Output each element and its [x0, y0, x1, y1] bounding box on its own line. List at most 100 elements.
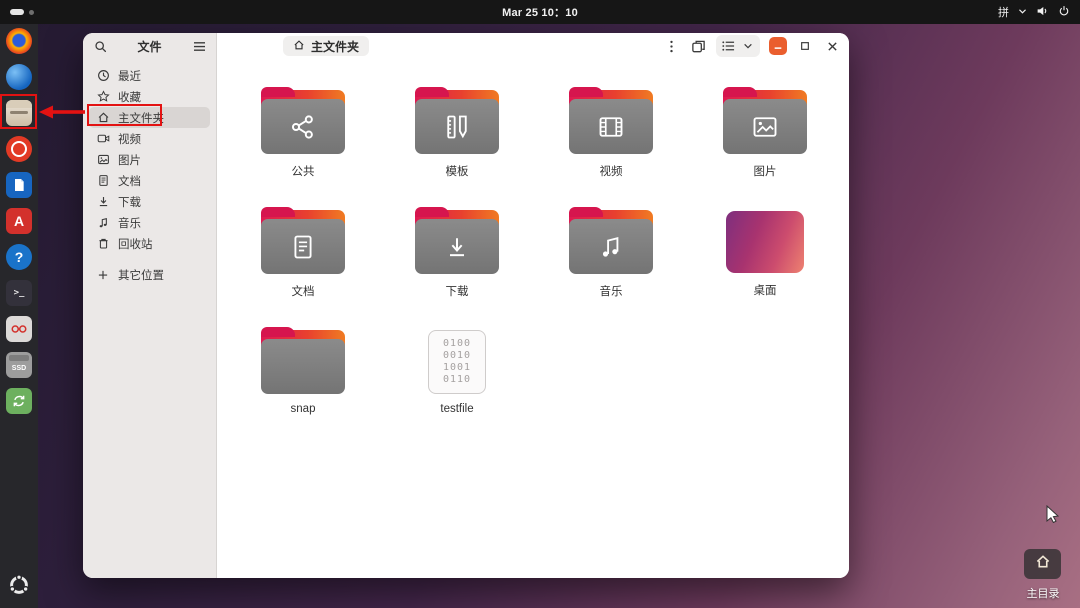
desktop-home-shortcut[interactable]	[1024, 549, 1061, 579]
minimize-button[interactable]	[769, 37, 787, 55]
desktop: { "topbar": { "clock": "Mar 25 10：10", "…	[0, 0, 1080, 608]
clock[interactable]: Mar 25 10：10	[502, 4, 578, 20]
viewer-app-icon[interactable]	[6, 316, 32, 342]
file-label: 公共	[291, 166, 315, 178]
file-item-desktop[interactable]: 桌面	[688, 207, 842, 327]
document-icon	[96, 174, 110, 187]
rhythmbox-icon[interactable]	[6, 136, 32, 162]
recent-icon	[96, 69, 110, 82]
ssd-drive-icon[interactable]: SSD	[6, 352, 32, 378]
file-item-pictures[interactable]: 图片	[688, 87, 842, 207]
download-emblem-icon	[415, 219, 499, 274]
list-view-icon[interactable]	[719, 37, 737, 55]
file-label: 下载	[445, 286, 469, 298]
photo-emblem-icon	[723, 99, 807, 154]
file-label: snap	[290, 403, 316, 415]
main-pane: 主文件夹 公共 模板 视频 图片 文档 下载 音乐 桌面 snap 0100 0…	[217, 33, 849, 578]
sidebar-item-label: 收藏	[118, 91, 141, 104]
sidebar-item-downloads[interactable]: 下载	[89, 191, 210, 212]
maximize-button[interactable]	[796, 37, 814, 55]
star-icon	[96, 90, 110, 103]
volume-icon[interactable]	[1036, 5, 1049, 20]
sidebar-item-documents[interactable]: 文档	[89, 170, 210, 191]
file-label: 视频	[599, 166, 623, 178]
desktop-folder-icon	[726, 211, 804, 273]
show-apps-icon[interactable]	[6, 572, 32, 598]
sidebar-item-music[interactable]: 音乐	[89, 212, 210, 233]
power-icon[interactable]	[1058, 5, 1070, 20]
file-item-documents[interactable]: 文档	[226, 207, 380, 327]
breadcrumb-label: 主文件夹	[311, 39, 360, 54]
file-item-videos[interactable]: 视频	[534, 87, 688, 207]
file-item-testfile[interactable]: 0100 0010 1001 0110 testfile	[380, 327, 534, 447]
breadcrumb[interactable]: 主文件夹	[283, 36, 370, 56]
annotation-arrow	[39, 103, 85, 126]
file-item-public[interactable]: 公共	[226, 87, 380, 207]
chevron-down-icon[interactable]	[739, 37, 757, 55]
folder-icon	[723, 87, 807, 154]
firefox-icon[interactable]	[6, 28, 32, 54]
home-icon	[293, 39, 305, 54]
sidebar-item-pictures[interactable]: 图片	[89, 149, 210, 170]
tabs-icon[interactable]	[689, 37, 707, 55]
backup-app-icon[interactable]	[6, 388, 32, 414]
folder-icon	[261, 207, 345, 274]
file-label: testfile	[440, 403, 474, 415]
system-tray[interactable]: 拼	[998, 4, 1070, 20]
desktop-home-label: 主目录	[1026, 588, 1060, 600]
sidebar-item-label: 其它位置	[118, 269, 164, 282]
file-item-music[interactable]: 音乐	[534, 207, 688, 327]
binary-file-icon: 0100 0010 1001 0110	[428, 330, 486, 394]
folder-icon	[415, 207, 499, 274]
sidebar-item-other-locations[interactable]: 其它位置	[89, 264, 210, 285]
file-label: 模板	[445, 166, 469, 178]
sidebar-item-label: 文档	[118, 175, 141, 188]
libreoffice-writer-icon[interactable]	[6, 172, 32, 198]
sidebar-header: 文件	[83, 33, 216, 57]
file-item-templates[interactable]: 模板	[380, 87, 534, 207]
image-icon	[96, 153, 110, 166]
sidebar-item-label: 回收站	[118, 238, 153, 251]
sidebar-item-label: 音乐	[118, 217, 141, 230]
workspace-indicator	[10, 9, 70, 15]
folder-icon	[261, 327, 345, 394]
sidebar-item-label: 下载	[118, 196, 141, 209]
file-label: 图片	[753, 166, 777, 178]
annotation-box-sidebar-home	[87, 104, 162, 126]
folder-icon	[261, 87, 345, 154]
letter-a-app-icon[interactable]: A	[6, 208, 32, 234]
file-item-downloads[interactable]: 下载	[380, 207, 534, 327]
hamburger-menu-icon[interactable]	[190, 37, 208, 55]
workspace-pill-icon	[10, 9, 24, 15]
trash-icon	[96, 237, 110, 250]
home-icon	[1035, 554, 1051, 574]
terminal-prompt-glyph: >_	[13, 288, 25, 298]
workspace-dot-icon	[29, 9, 34, 15]
thunderbird-icon[interactable]	[6, 64, 32, 90]
header-bar: 主文件夹	[217, 33, 849, 57]
help-glyph: ?	[14, 249, 24, 265]
file-item-snap[interactable]: snap	[226, 327, 380, 447]
sidebar-item-label: 视频	[118, 133, 141, 146]
close-button[interactable]	[823, 37, 841, 55]
file-label: 音乐	[599, 286, 623, 298]
kebab-menu-icon[interactable]	[662, 37, 680, 55]
help-icon[interactable]: ?	[6, 244, 32, 270]
letter-a-label: A	[13, 213, 25, 229]
file-grid: 公共 模板 视频 图片 文档 下载 音乐 桌面 snap 0100 0010 1…	[226, 87, 849, 447]
terminal-icon[interactable]: >_	[6, 280, 32, 306]
sidebar-item-label: 最近	[118, 70, 141, 83]
sidebar-item-trash[interactable]: 回收站	[89, 233, 210, 254]
sidebar-item-videos[interactable]: 视频	[89, 128, 210, 149]
annotation-box-dock-files	[0, 94, 37, 129]
download-icon	[96, 195, 110, 208]
sidebar-item-recent[interactable]: 最近	[89, 65, 210, 86]
folder-icon	[415, 87, 499, 154]
window-title: 文件	[137, 39, 162, 54]
video-icon	[96, 132, 110, 145]
top-bar: Mar 25 10：10 拼	[0, 0, 1080, 24]
view-toggle-group	[716, 35, 760, 57]
music-emblem-icon	[569, 219, 653, 274]
ime-indicator[interactable]: 拼	[998, 4, 1009, 20]
search-icon[interactable]	[91, 37, 109, 55]
